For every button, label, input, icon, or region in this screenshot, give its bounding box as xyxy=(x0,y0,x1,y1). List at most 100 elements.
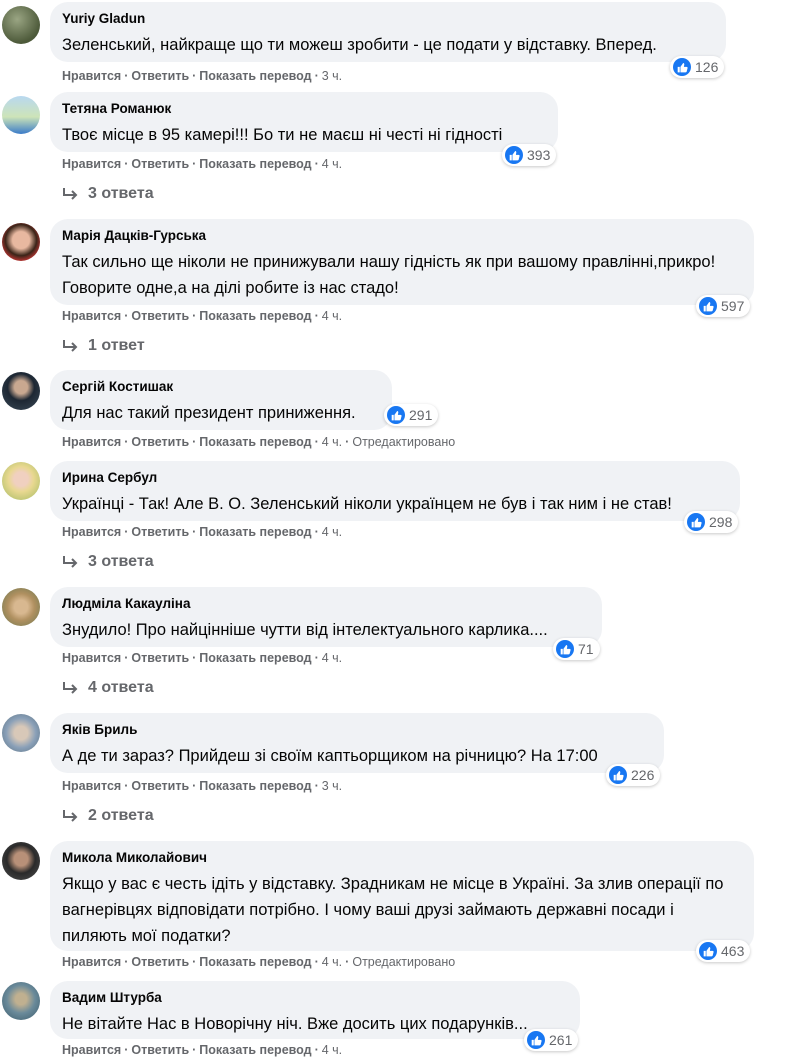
translate-button[interactable]: Показать перевод xyxy=(199,651,311,665)
comment-author[interactable]: Вадим Штурба xyxy=(62,989,568,1006)
reply-button[interactable]: Ответить xyxy=(131,779,189,793)
comment-author[interactable]: Тетяна Романюк xyxy=(62,100,546,117)
like-icon xyxy=(609,766,627,784)
comment-author[interactable]: Ирина Сербул xyxy=(62,469,728,486)
translate-button[interactable]: Показать перевод xyxy=(199,435,311,449)
avatar[interactable] xyxy=(2,223,40,261)
view-replies-button[interactable]: 4 ответа xyxy=(62,679,154,697)
reply-button[interactable]: Ответить xyxy=(131,157,189,171)
replies-label: 4 ответа xyxy=(88,679,154,696)
reply-arrow-icon xyxy=(63,188,78,200)
comment-actions: Нравится · Ответить · Показать перевод · 4 ч. xyxy=(62,1043,342,1057)
avatar[interactable] xyxy=(2,842,40,880)
reply-button[interactable]: Ответить xyxy=(131,309,189,323)
translate-button[interactable]: Показать перевод xyxy=(199,779,311,793)
reply-button[interactable]: Ответить xyxy=(131,1043,189,1057)
view-replies-button[interactable]: 2 ответа xyxy=(62,807,154,825)
comment-author[interactable]: Марія Дацків-Гурська xyxy=(62,227,742,244)
reaction-count[interactable]: 393 xyxy=(502,144,557,166)
view-replies-button[interactable]: 1 ответ xyxy=(62,337,145,355)
like-icon xyxy=(556,640,574,658)
comment-time[interactable]: 4 ч. xyxy=(322,651,342,665)
like-icon xyxy=(699,297,717,315)
like-icon xyxy=(505,146,523,164)
translate-button[interactable]: Показать перевод xyxy=(199,309,311,323)
separator: · xyxy=(192,309,197,323)
comment-time[interactable]: 4 ч. xyxy=(322,955,342,969)
like-button[interactable]: Нравится xyxy=(62,435,121,449)
like-button[interactable]: Нравится xyxy=(62,525,121,539)
reply-button[interactable]: Ответить xyxy=(131,651,189,665)
comment-bubble: Тетяна Романюк Твоє місце в 95 камері!!!… xyxy=(50,92,558,152)
like-button[interactable]: Нравится xyxy=(62,157,121,171)
avatar[interactable] xyxy=(2,588,40,626)
like-button[interactable]: Нравится xyxy=(62,69,121,83)
comment-time[interactable]: 3 ч. xyxy=(322,69,342,83)
comment-text: Українці - Так! Але В. О. Зеленський нік… xyxy=(62,495,672,513)
reaction-count[interactable]: 291 xyxy=(384,404,439,426)
comment-time[interactable]: 4 ч. xyxy=(322,435,342,449)
reaction-count[interactable]: 226 xyxy=(606,764,661,786)
reaction-count[interactable]: 298 xyxy=(684,511,739,533)
comment-text: Твоє місце в 95 камері!!! Бо ти не маєш … xyxy=(62,126,503,144)
reaction-count[interactable]: 126 xyxy=(670,56,725,78)
comment-author[interactable]: Микола Миколайович xyxy=(62,849,742,866)
reply-arrow-icon xyxy=(63,682,78,694)
comment-author[interactable]: Яків Бриль xyxy=(62,721,652,738)
comment-text: Для нас такий президент приниження. xyxy=(62,404,356,422)
avatar[interactable] xyxy=(2,982,40,1020)
avatar[interactable] xyxy=(2,96,40,134)
separator: · xyxy=(192,955,197,969)
replies-label: 3 ответа xyxy=(88,185,154,202)
avatar[interactable] xyxy=(2,462,40,500)
separator: · xyxy=(124,955,129,969)
like-button[interactable]: Нравится xyxy=(62,651,121,665)
comment-time[interactable]: 3 ч. xyxy=(322,779,342,793)
comment-author[interactable]: Yuriy Gladun xyxy=(62,10,714,27)
comment-time[interactable]: 4 ч. xyxy=(322,157,342,171)
translate-button[interactable]: Показать перевод xyxy=(199,1043,311,1057)
like-icon xyxy=(699,942,717,960)
translate-button[interactable]: Показать перевод xyxy=(199,525,311,539)
separator: · xyxy=(192,1043,197,1057)
translate-button[interactable]: Показать перевод xyxy=(199,955,311,969)
avatar[interactable] xyxy=(2,372,40,410)
reply-button[interactable]: Ответить xyxy=(131,525,189,539)
avatar[interactable] xyxy=(2,714,40,752)
comment-time[interactable]: 4 ч. xyxy=(322,525,342,539)
separator: · xyxy=(192,525,197,539)
comment-bubble: Вадим Штурба Не вітайте Нас в Новорічну … xyxy=(50,981,580,1039)
like-button[interactable]: Нравится xyxy=(62,1043,121,1057)
translate-button[interactable]: Показать перевод xyxy=(199,69,311,83)
reply-button[interactable]: Ответить xyxy=(131,69,189,83)
like-button[interactable]: Нравится xyxy=(62,955,121,969)
separator: · xyxy=(124,525,129,539)
comment-author[interactable]: Сергій Костишак xyxy=(62,378,380,395)
separator: · xyxy=(192,779,197,793)
like-icon xyxy=(687,513,705,531)
reply-arrow-icon xyxy=(63,556,78,568)
replies-label: 3 ответа xyxy=(88,553,154,570)
separator: · xyxy=(124,69,129,83)
comment-author[interactable]: Людміла Какауліна xyxy=(62,595,590,612)
like-button[interactable]: Нравится xyxy=(62,779,121,793)
view-replies-button[interactable]: 3 ответа xyxy=(62,553,154,571)
reply-button[interactable]: Ответить xyxy=(131,955,189,969)
like-button[interactable]: Нравится xyxy=(62,309,121,323)
separator: · xyxy=(345,955,350,969)
comment-actions: Нравится · Ответить · Показать перевод · 4 ч. ·… xyxy=(62,435,455,449)
separator: · xyxy=(314,1043,319,1057)
comment-actions: Нравится · Ответить · Показать перевод · 3 ч. xyxy=(62,69,342,83)
view-replies-button[interactable]: 3 ответа xyxy=(62,185,154,203)
reply-button[interactable]: Ответить xyxy=(131,435,189,449)
translate-button[interactable]: Показать перевод xyxy=(199,157,311,171)
comment-time[interactable]: 4 ч. xyxy=(322,1043,342,1057)
comment-bubble: Марія Дацків-Гурська Так сильно ще нікол… xyxy=(50,219,754,305)
reaction-count[interactable]: 463 xyxy=(696,940,751,962)
reaction-count[interactable]: 71 xyxy=(553,638,600,660)
reaction-count[interactable]: 597 xyxy=(696,295,751,317)
avatar[interactable] xyxy=(2,6,40,44)
like-icon xyxy=(387,406,405,424)
reaction-count[interactable]: 261 xyxy=(524,1029,579,1051)
comment-time[interactable]: 4 ч. xyxy=(322,309,342,323)
